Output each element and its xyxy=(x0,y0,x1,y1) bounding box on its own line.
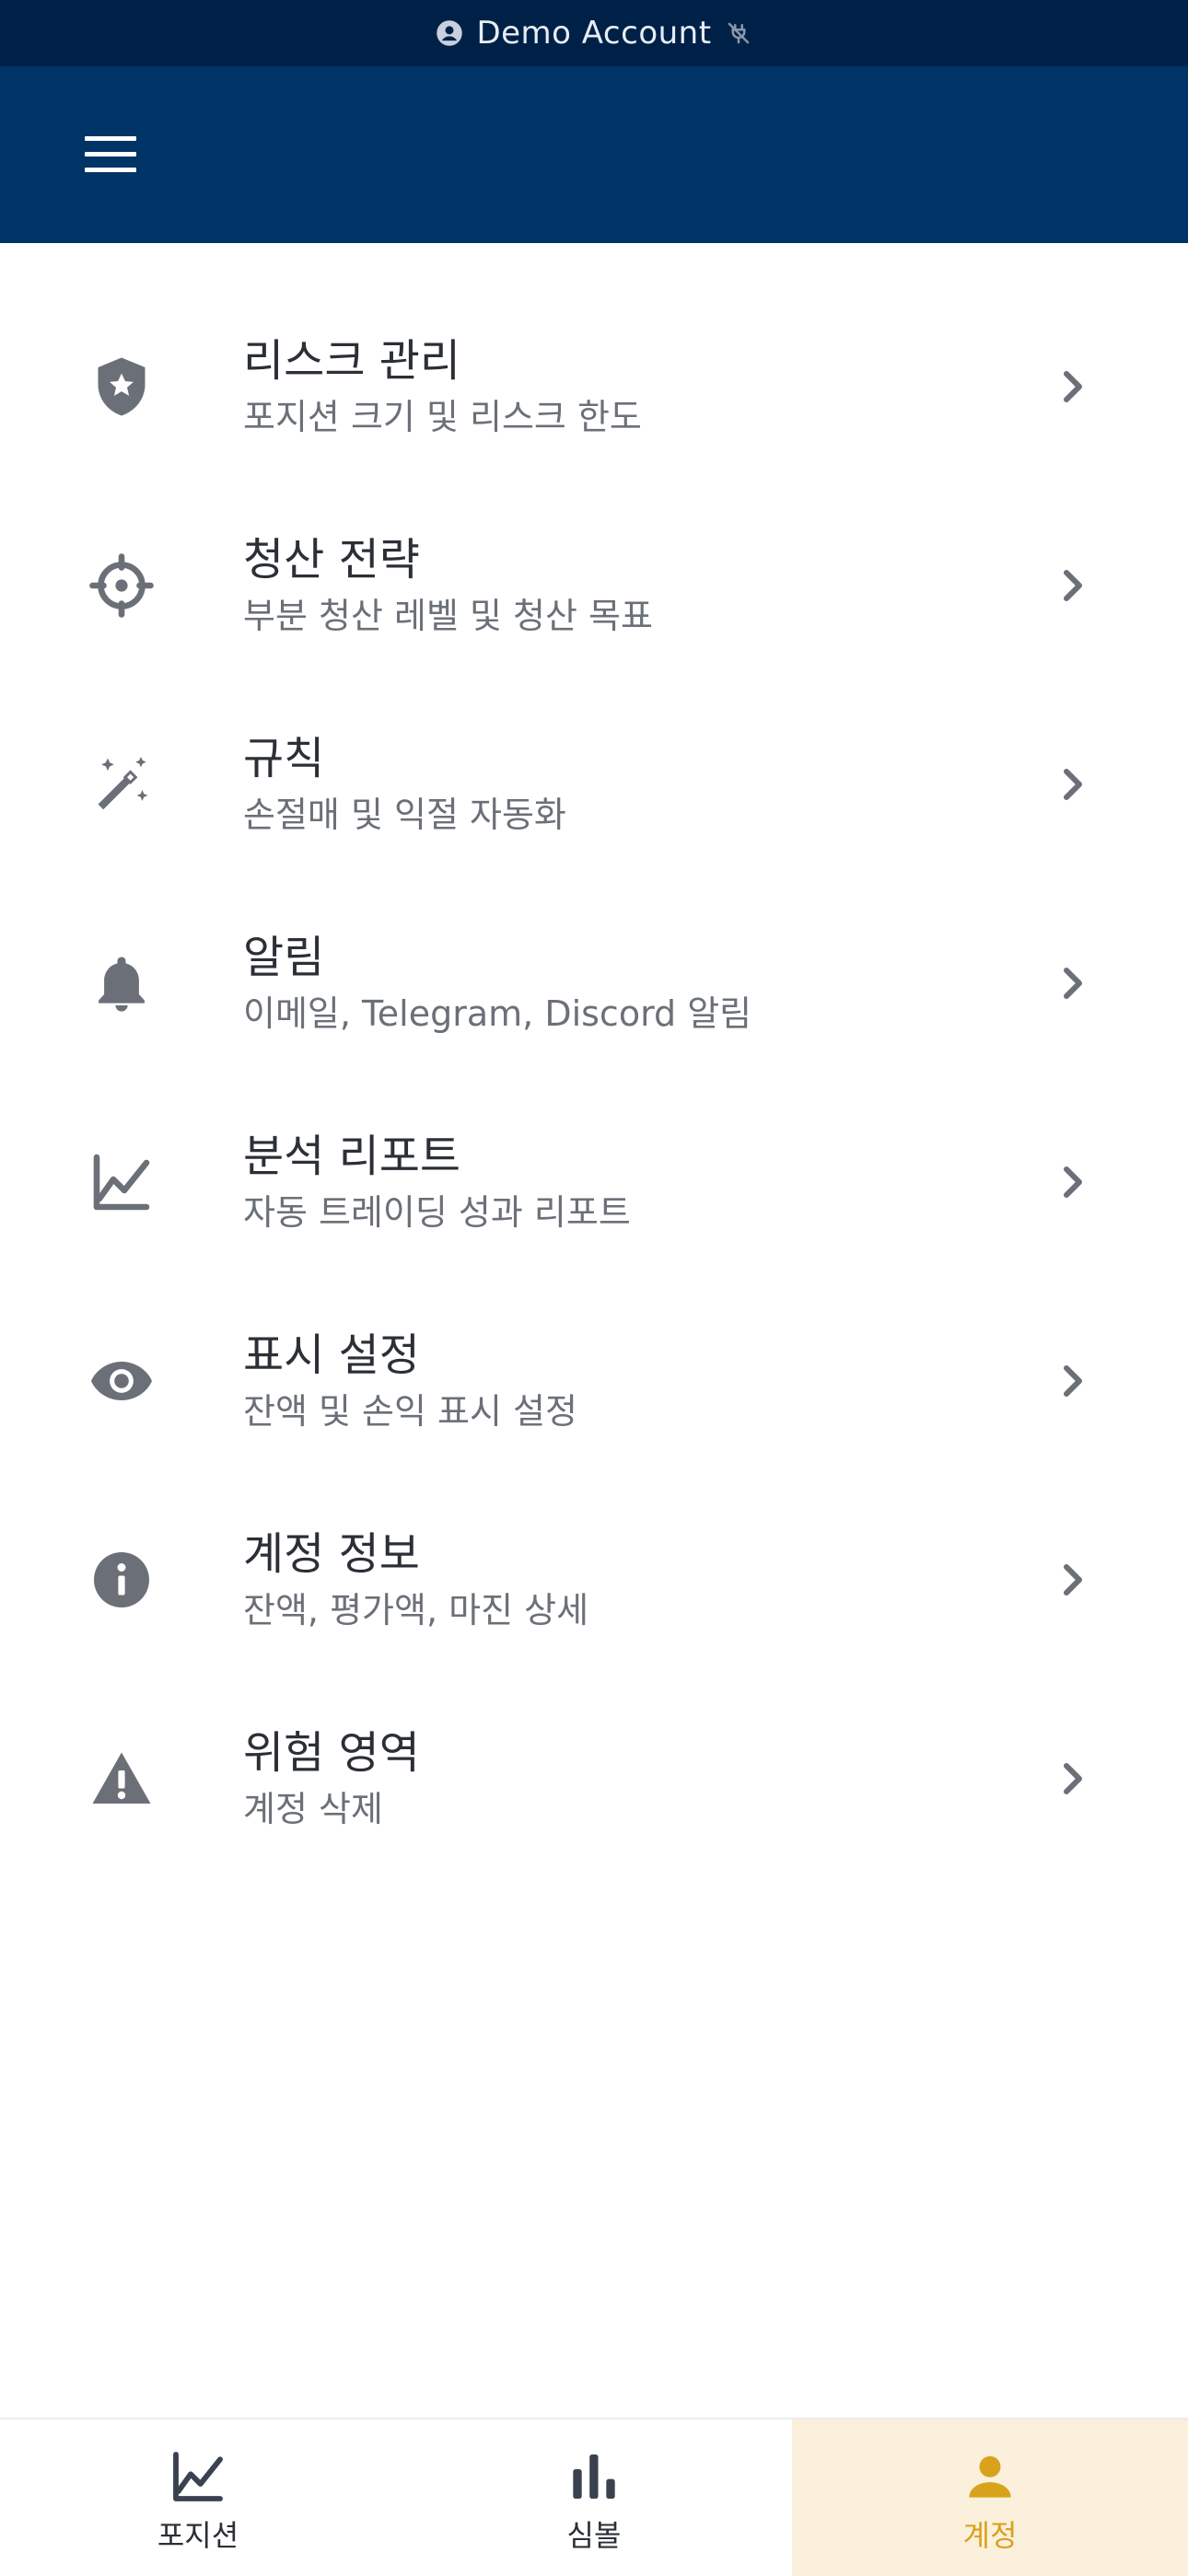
menu-item-exit-strategy[interactable]: 청산 전략 부분 청산 레벨 및 청산 목표 xyxy=(0,486,1188,685)
menu-item-title: 표시 설정 xyxy=(243,1329,420,1381)
menu-item-subtitle: 손절매 및 익절 자동화 xyxy=(243,795,566,835)
menu-item-rules[interactable]: 규칙 손절매 및 익절 자동화 xyxy=(0,685,1188,884)
menu-item-subtitle: 포지션 크기 및 리스크 한도 xyxy=(243,397,642,437)
tab-symbols[interactable]: 심볼 xyxy=(396,2419,792,2576)
chevron-right-icon xyxy=(1064,371,1082,402)
menu-item-title: 규칙 xyxy=(243,733,325,784)
chevron-right-icon xyxy=(1064,1365,1082,1397)
warning-icon xyxy=(92,1752,151,1804)
chevron-right-icon xyxy=(1064,570,1082,601)
menu-item-subtitle: 잔액 및 손익 표시 설정 xyxy=(243,1391,577,1432)
info-icon xyxy=(94,1552,149,1607)
menu-item-risk-management[interactable]: 리스크 관리 포지션 크기 및 리스크 한도 xyxy=(0,287,1188,486)
link-off-icon xyxy=(728,22,749,44)
app-bar xyxy=(0,66,1188,243)
settings-menu-list: 리스크 관리 포지션 크기 및 리스크 한도 청산 전략 부분 청산 레벨 및 … xyxy=(0,287,1188,1878)
magic-wand-icon xyxy=(98,757,148,810)
bar-chart-icon xyxy=(573,2454,615,2499)
chevron-right-icon xyxy=(1064,1166,1082,1198)
menu-item-title: 분석 리포트 xyxy=(243,1131,461,1182)
menu-item-title: 리스크 관리 xyxy=(243,335,461,387)
tab-label: 심볼 xyxy=(566,2518,622,2553)
tab-label: 포지션 xyxy=(157,2518,239,2553)
account-circle-icon xyxy=(437,20,463,46)
tab-account[interactable]: 계정 xyxy=(792,2419,1188,2576)
menu-item-title: 알림 xyxy=(243,932,325,983)
menu-item-title: 청산 전략 xyxy=(243,534,420,586)
chevron-right-icon xyxy=(1064,769,1082,800)
bottom-navigation: 포지션 심볼 계정 xyxy=(0,2418,1188,2576)
menu-item-subtitle: 자동 트레이딩 성과 리포트 xyxy=(243,1192,631,1233)
eye-icon xyxy=(91,1362,152,1400)
chevron-right-icon xyxy=(1064,968,1082,999)
account-mode-label: Demo Account xyxy=(476,15,712,52)
crosshair-icon xyxy=(89,553,154,618)
menu-item-subtitle: 계정 삭제 xyxy=(243,1789,383,1829)
chevron-right-icon xyxy=(1064,1564,1082,1595)
hamburger-menu-icon xyxy=(85,136,136,172)
shield-star-icon xyxy=(98,357,146,416)
menu-item-title: 위험 영역 xyxy=(243,1727,420,1779)
line-chart-icon xyxy=(93,1154,150,1211)
tab-positions[interactable]: 포지션 xyxy=(0,2419,396,2576)
person-icon xyxy=(969,2455,1011,2498)
menu-item-subtitle: 부분 청산 레벨 및 청산 목표 xyxy=(243,596,653,636)
menu-item-title: 계정 정보 xyxy=(243,1528,420,1580)
menu-item-alerts[interactable]: 알림 이메일, Telegram, Discord 알림 xyxy=(0,884,1188,1083)
menu-item-subtitle: 잔액, 평가액, 마진 상세 xyxy=(243,1590,589,1630)
menu-item-subtitle: 이메일, Telegram, Discord 알림 xyxy=(243,993,752,1034)
status-bar: Demo Account xyxy=(0,0,1188,66)
menu-button[interactable] xyxy=(66,116,155,193)
menu-item-analytics-report[interactable]: 분석 리포트 자동 트레이딩 성과 리포트 xyxy=(0,1083,1188,1282)
line-chart-icon xyxy=(173,2452,223,2501)
tab-label: 계정 xyxy=(962,2518,1018,2553)
bell-icon xyxy=(99,957,145,1012)
menu-item-account-info[interactable]: 계정 정보 잔액, 평가액, 마진 상세 xyxy=(0,1480,1188,1679)
menu-item-display-settings[interactable]: 표시 설정 잔액 및 손익 표시 설정 xyxy=(0,1282,1188,1480)
chevron-right-icon xyxy=(1064,1763,1082,1794)
menu-item-danger-zone[interactable]: 위험 영역 계정 삭제 xyxy=(0,1679,1188,1878)
